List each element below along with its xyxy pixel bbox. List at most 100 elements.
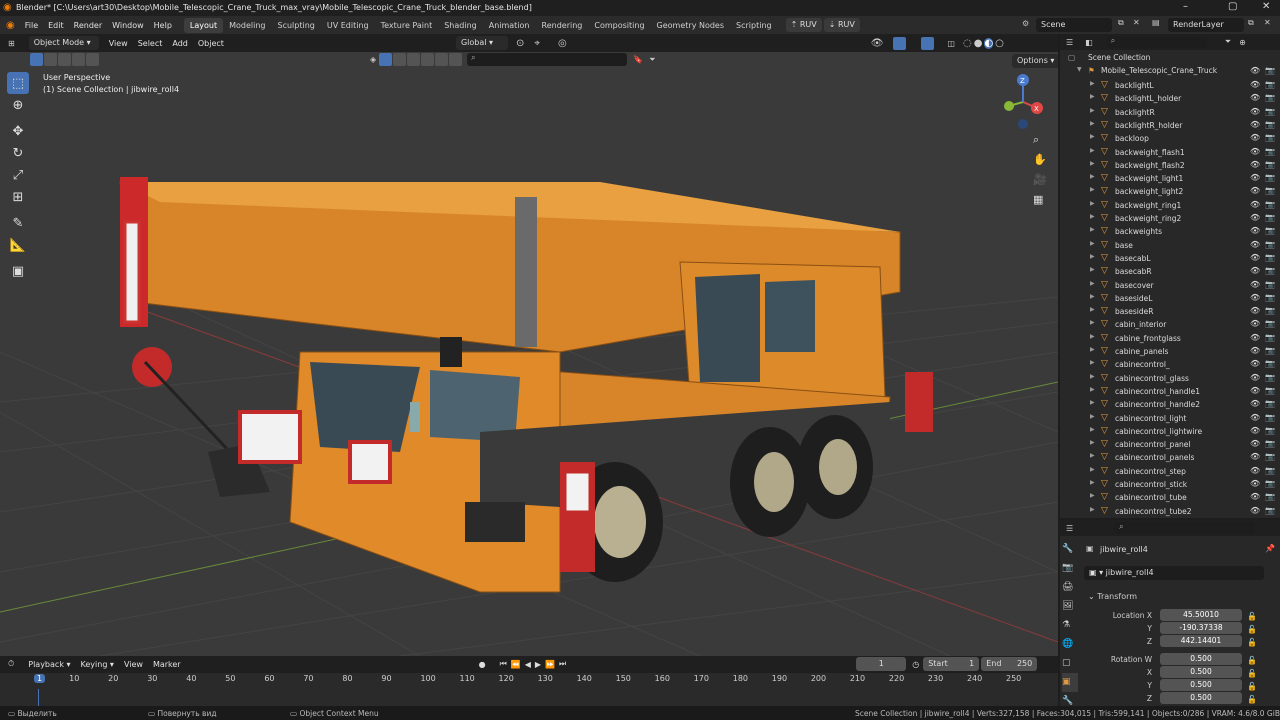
rotation-z-field[interactable]: 0.500 [1160,692,1242,704]
visibility-eye-icon[interactable]: 👁 [1250,147,1260,156]
tab-texture-paint[interactable]: Texture Paint [375,18,439,33]
visibility-eye-icon[interactable]: 👁 [1250,452,1260,461]
shading-rendered-icon[interactable]: ○ [995,38,1004,49]
expand-icon[interactable]: ▶ [1090,173,1095,180]
expand-icon[interactable]: ▶ [1090,93,1095,100]
start-frame-field[interactable]: Start 1 [923,657,980,671]
visibility-eye-icon[interactable]: 👁 [1250,120,1260,129]
render-camera-icon[interactable]: 📷 [1265,80,1275,89]
outliner-item[interactable]: ▶ ▽ cabinecontrol_panels 👁 📷 [1060,452,1280,465]
outliner-item[interactable]: ▶ ▽ backweight_light1 👁 📷 [1060,173,1280,186]
new-layer-icon[interactable]: ⧉ [1248,18,1254,28]
tab-animation[interactable]: Animation [483,18,536,33]
scene-icon[interactable]: ⚙ [1022,19,1029,28]
delete-scene-icon[interactable]: ✕ [1133,18,1140,27]
ruv-button-2[interactable]: ⇣ RUV [823,18,860,32]
render-camera-icon[interactable]: 📷 [1265,479,1275,488]
location-y-field[interactable]: -190.37338 [1160,622,1242,634]
pin-icon[interactable]: 📌 [1265,544,1275,553]
outliner-root[interactable]: ▢ Scene Collection [1060,53,1280,66]
expand-icon[interactable]: ▶ [1090,133,1095,140]
display-mode-icon[interactable]: ◧ [1085,38,1093,47]
menu-object[interactable]: Object [198,39,224,48]
render-camera-icon[interactable]: 📷 [1265,200,1275,209]
scale-tool-icon[interactable]: ⤢ [7,164,29,186]
outliner-item[interactable]: ▶ ▽ cabinecontrol_light 👁 📷 [1060,413,1280,426]
outliner-item[interactable]: ▶ ▽ cabine_frontglass 👁 📷 [1060,333,1280,346]
minimize-icon[interactable]: – [1183,1,1188,12]
outliner-item[interactable]: ▶ ▽ backweight_ring2 👁 📷 [1060,213,1280,226]
new-scene-icon[interactable]: ⧉ [1118,18,1124,28]
shading-wireframe-icon[interactable]: ◌ [963,38,972,49]
filter-icon[interactable]: ⏷ [649,55,655,65]
location-z-field[interactable]: 442.14401 [1160,635,1242,647]
next-keyframe-icon[interactable]: ⏩ [545,660,555,669]
expand-icon[interactable]: ▶ [1090,479,1095,486]
visibility-eye-icon[interactable]: 👁 [1250,160,1260,169]
transform-orientation[interactable]: Global ▾ [455,36,508,50]
render-camera-icon[interactable]: 📷 [1265,466,1275,475]
tab-sculpting[interactable]: Sculpting [272,18,321,33]
visibility-eye-icon[interactable]: 👁 [1250,306,1260,315]
new-collection-icon[interactable]: ⊕ [1239,38,1246,47]
object-name-field[interactable]: ▣ ▾ jibwire_roll4 [1084,566,1264,580]
viewport-search-input[interactable]: ⌕ [467,53,628,66]
tab-geometry-nodes[interactable]: Geometry Nodes [651,18,730,33]
render-camera-icon[interactable]: 📷 [1265,386,1275,395]
visibility-eye-icon[interactable]: 👁 [1250,466,1260,475]
object-tab-icon[interactable]: ▣ [1062,673,1078,692]
visibility-eye-icon[interactable]: 👁 [1250,399,1260,408]
outliner-item[interactable]: ▶ ▽ backlightR_holder 👁 📷 [1060,120,1280,133]
tab-modeling[interactable]: Modeling [223,18,271,33]
render-camera-icon[interactable]: 📷 [1265,280,1275,289]
xray-icon[interactable]: ◫ [947,39,955,48]
render-camera-icon[interactable]: 📷 [1265,93,1275,102]
visibility-eye-icon[interactable]: 👁 [1250,346,1260,355]
lock-icon[interactable]: 🔓 [1247,610,1257,623]
menu-select[interactable]: Select [138,39,163,48]
render-camera-icon[interactable]: 📷 [1265,120,1275,129]
render-camera-icon[interactable]: 📷 [1265,240,1275,249]
editor-type-icon[interactable]: ⊞ [8,39,15,48]
blender-menu-icon[interactable]: ◉ [6,20,15,31]
menu-playback[interactable]: Playback ▾ [28,660,70,669]
visibility-eye-icon[interactable]: 👁 [1250,186,1260,195]
outliner-item[interactable]: ▶ ▽ basecabR 👁 📷 [1060,266,1280,279]
expand-icon[interactable]: ▶ [1090,399,1095,406]
render-layer-icon[interactable]: ▤ [1152,18,1160,27]
visibility-eye-icon[interactable]: 👁 [1250,80,1260,89]
outliner-item[interactable]: ▶ ▽ cabinecontrol_lightwire 👁 📷 [1060,426,1280,439]
render-camera-icon[interactable]: 📷 [1265,266,1275,275]
gizmo-toggle-icon[interactable] [893,36,907,50]
filter-other-icon[interactable] [449,53,463,66]
rotation-y-field[interactable]: 0.500 [1160,679,1242,691]
record-icon[interactable]: ● [479,660,486,669]
measure-tool-icon[interactable]: 📐 [7,234,29,256]
render-camera-icon[interactable]: 📷 [1265,160,1275,169]
visibility-eye-icon[interactable]: 👁 [1250,240,1260,249]
snap-icon[interactable]: ⌖ [534,38,540,49]
play-icon[interactable]: ▶ [535,660,541,669]
menu-file[interactable]: File [25,21,38,30]
move-tool-icon[interactable]: ✥ [7,120,29,142]
annotate-tool-icon[interactable]: ✎ [7,212,29,234]
render-camera-icon[interactable]: 📷 [1265,439,1275,448]
clock-icon[interactable]: ◷ [912,660,919,669]
visibility-eye-icon[interactable]: 👁 [1250,319,1260,328]
menu-keying[interactable]: Keying ▾ [81,660,114,669]
render-camera-icon[interactable]: 📷 [1265,226,1275,235]
visibility-eye-icon[interactable]: 👁 [1250,133,1260,142]
visibility-eye-icon[interactable]: 👁 [1250,280,1260,289]
3d-viewport[interactable]: User Perspective (1) Scene Collection | … [0,52,1058,656]
menu-timeline-view[interactable]: View [124,660,143,669]
render-camera-icon[interactable]: 📷 [1265,346,1275,355]
menu-window[interactable]: Window [112,21,144,30]
outliner-item[interactable]: ▶ ▽ cabinecontrol_tube2 👁 📷 [1060,506,1280,519]
expand-icon[interactable]: ▶ [1090,359,1095,366]
ortho-grid-icon[interactable]: ▦ [1033,190,1047,210]
expand-icon[interactable]: ▶ [1090,452,1095,459]
lock-icon[interactable]: 🔓 [1247,623,1257,636]
visibility-eye-icon[interactable]: 👁 [1250,293,1260,302]
outliner-item[interactable]: ▶ ▽ basesideR 👁 📷 [1060,306,1280,319]
expand-icon[interactable]: ▶ [1090,333,1095,340]
